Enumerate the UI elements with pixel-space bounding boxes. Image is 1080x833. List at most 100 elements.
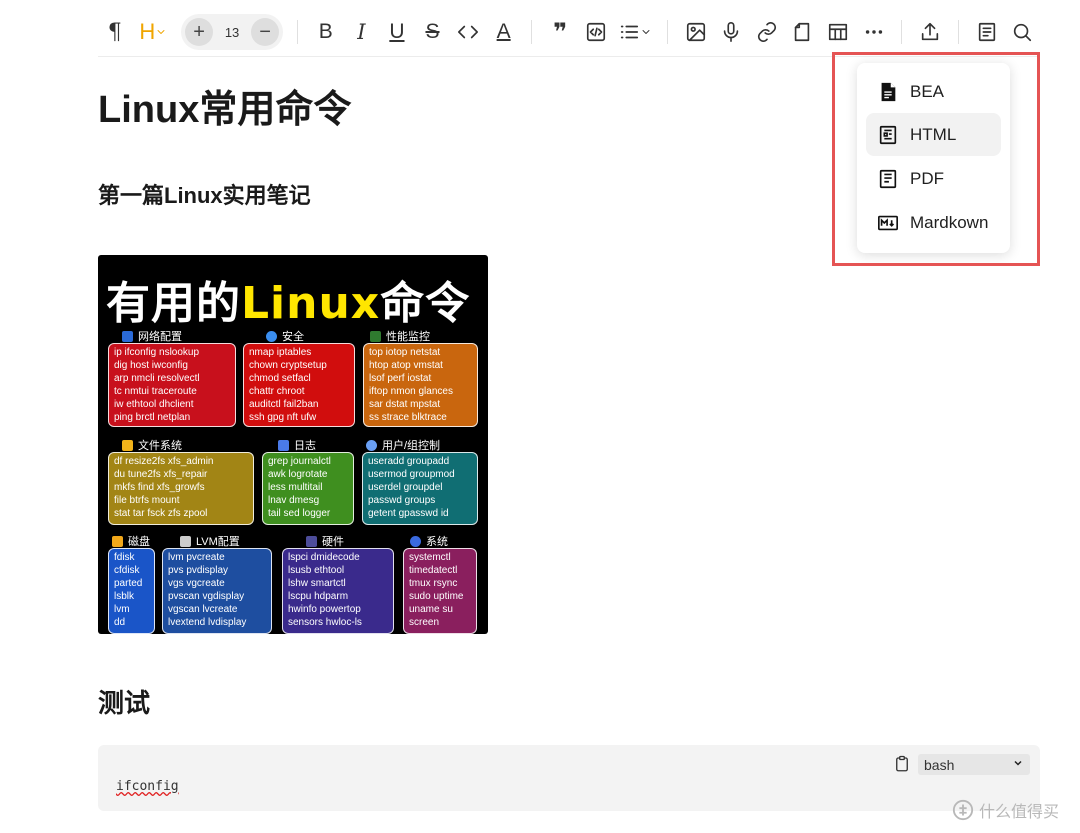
language-select[interactable]: bash xyxy=(918,754,1030,775)
category-box: nmap iptables chown cryptsetup chmod setfa… xyxy=(243,343,355,427)
font-size-increase-button[interactable]: + xyxy=(185,18,214,46)
attachment-button[interactable] xyxy=(785,14,821,50)
search-icon xyxy=(1014,23,1032,42)
code-icon xyxy=(458,25,479,39)
category-title: 系统 xyxy=(410,533,448,549)
watermark: 什么值得买 xyxy=(952,798,1059,822)
insert-link-button[interactable] xyxy=(749,14,785,50)
upload-icon xyxy=(921,22,939,41)
chevron-down-icon xyxy=(1014,760,1022,766)
category-title: 磁盘 xyxy=(112,533,150,549)
category-box: systemctl timedatectl tmux rsync sudo uptim… xyxy=(403,548,477,634)
category-title: 网络配置 xyxy=(122,328,182,344)
list-icon xyxy=(621,25,639,39)
language-select-value: bash xyxy=(924,756,955,773)
poster-title-tail: 命令 xyxy=(380,278,471,329)
toolbar-divider xyxy=(957,20,959,44)
category-box: lvm pvcreate pvs pvdisplay vgs vgcreate pvs… xyxy=(162,548,272,634)
category-title: 日志 xyxy=(278,437,316,453)
poster-title: 有用的Linux命令 xyxy=(106,267,470,331)
log-icon xyxy=(278,439,289,451)
voice-button[interactable] xyxy=(714,14,750,50)
category-title: 文件系统 xyxy=(122,437,182,453)
font-size-value: 13 xyxy=(224,24,240,40)
font-size-decrease-button[interactable]: − xyxy=(251,18,280,46)
quote-icon: ❞ xyxy=(553,18,568,46)
poster-title-white: 有用的 xyxy=(106,278,241,329)
toolbar-divider xyxy=(297,20,299,44)
hardware-icon xyxy=(306,535,317,547)
paragraph-icon: ¶ xyxy=(107,19,122,45)
clipboard-icon[interactable] xyxy=(893,755,911,773)
shield-icon xyxy=(266,330,277,342)
text-color-icon: A xyxy=(496,20,511,43)
link-icon xyxy=(757,22,776,42)
watermark-text: 什么值得买 xyxy=(979,804,1060,821)
outline-button[interactable] xyxy=(969,14,1005,50)
document-title[interactable]: Linux常用命令 xyxy=(98,78,351,133)
insert-table-button[interactable] xyxy=(820,14,856,50)
folder-icon xyxy=(122,439,133,451)
poster-title-yellow: Linux xyxy=(241,278,381,329)
export-button[interactable] xyxy=(912,14,948,50)
text-color-button[interactable]: A xyxy=(486,14,522,50)
network-icon xyxy=(122,330,133,342)
heading-icon: H xyxy=(139,19,156,44)
heading-dropdown[interactable]: H xyxy=(132,14,175,50)
category-title: 硬件 xyxy=(306,533,344,549)
code-text[interactable]: ifconfig xyxy=(116,779,179,794)
category-box: df resize2fs xfs_admin du tune2fs xfs_rep… xyxy=(108,452,254,525)
image-icon xyxy=(686,22,705,42)
section-heading[interactable]: 测试 xyxy=(98,683,150,720)
italic-icon: I xyxy=(357,20,366,44)
toolbar-divider xyxy=(531,20,533,44)
code-block-icon xyxy=(586,22,605,42)
category-box: grep journalctl awk logrotate less multita… xyxy=(262,452,354,525)
chevron-down-icon xyxy=(157,30,165,34)
italic-button[interactable]: I xyxy=(344,14,380,50)
document-subtitle[interactable]: 第一篇Linux实用笔记 xyxy=(98,178,311,210)
code-block-button[interactable] xyxy=(578,14,614,50)
category-box: useradd groupadd usermod groupmod userdel … xyxy=(362,452,478,525)
underline-button[interactable]: U xyxy=(379,14,415,50)
underline-icon: U xyxy=(389,20,405,43)
highlight-box xyxy=(832,52,1040,266)
insert-image-button[interactable] xyxy=(678,14,714,50)
font-size-control: + 13 − xyxy=(181,14,284,50)
watermark-logo-icon xyxy=(952,799,974,821)
quote-button[interactable]: ❞ xyxy=(542,14,578,50)
editor-toolbar: ¶ H + 13 − B I U S A ❞ xyxy=(98,12,1040,52)
toolbar-divider xyxy=(901,20,903,44)
more-horizontal-icon xyxy=(865,30,882,34)
lvm-icon xyxy=(180,535,191,547)
system-icon xyxy=(410,535,421,547)
category-title: 安全 xyxy=(266,328,304,344)
disk-icon xyxy=(112,535,123,547)
category-box: fdisk cfdisk parted lsblk lvm dd xyxy=(108,548,155,634)
category-title: 性能监控 xyxy=(370,328,430,344)
code-block[interactable]: bash ifconfig xyxy=(98,745,1040,811)
chevron-down-icon xyxy=(642,30,650,34)
linux-commands-image[interactable]: 有用的Linux命令 网络配置 ip ifconfig nslookup dig … xyxy=(98,255,488,634)
monitor-icon xyxy=(370,330,381,342)
document-icon xyxy=(978,22,995,42)
category-box: ip ifconfig nslookup dig host iwconfig arp… xyxy=(108,343,236,427)
search-button[interactable] xyxy=(1004,14,1040,50)
more-button[interactable] xyxy=(856,14,892,50)
file-icon xyxy=(795,22,810,42)
list-dropdown[interactable] xyxy=(614,14,657,50)
strikethrough-icon: S xyxy=(425,20,440,43)
category-box: lspci dmidecode lsusb ethtool lshw smartct… xyxy=(282,548,394,634)
table-icon xyxy=(828,23,848,41)
user-icon xyxy=(366,439,377,451)
category-title: LVM配置 xyxy=(180,533,240,549)
strikethrough-button[interactable]: S xyxy=(415,14,451,50)
inline-code-button[interactable] xyxy=(450,14,486,50)
bold-button[interactable]: B xyxy=(308,14,344,50)
microphone-icon xyxy=(724,22,739,42)
toolbar-divider xyxy=(666,20,668,44)
category-box: top iotop netstat htop atop vmstat lsof pe… xyxy=(363,343,478,427)
bold-icon: B xyxy=(318,20,333,43)
category-title: 用户/组控制 xyxy=(366,437,440,453)
paragraph-button[interactable]: ¶ xyxy=(98,14,132,50)
